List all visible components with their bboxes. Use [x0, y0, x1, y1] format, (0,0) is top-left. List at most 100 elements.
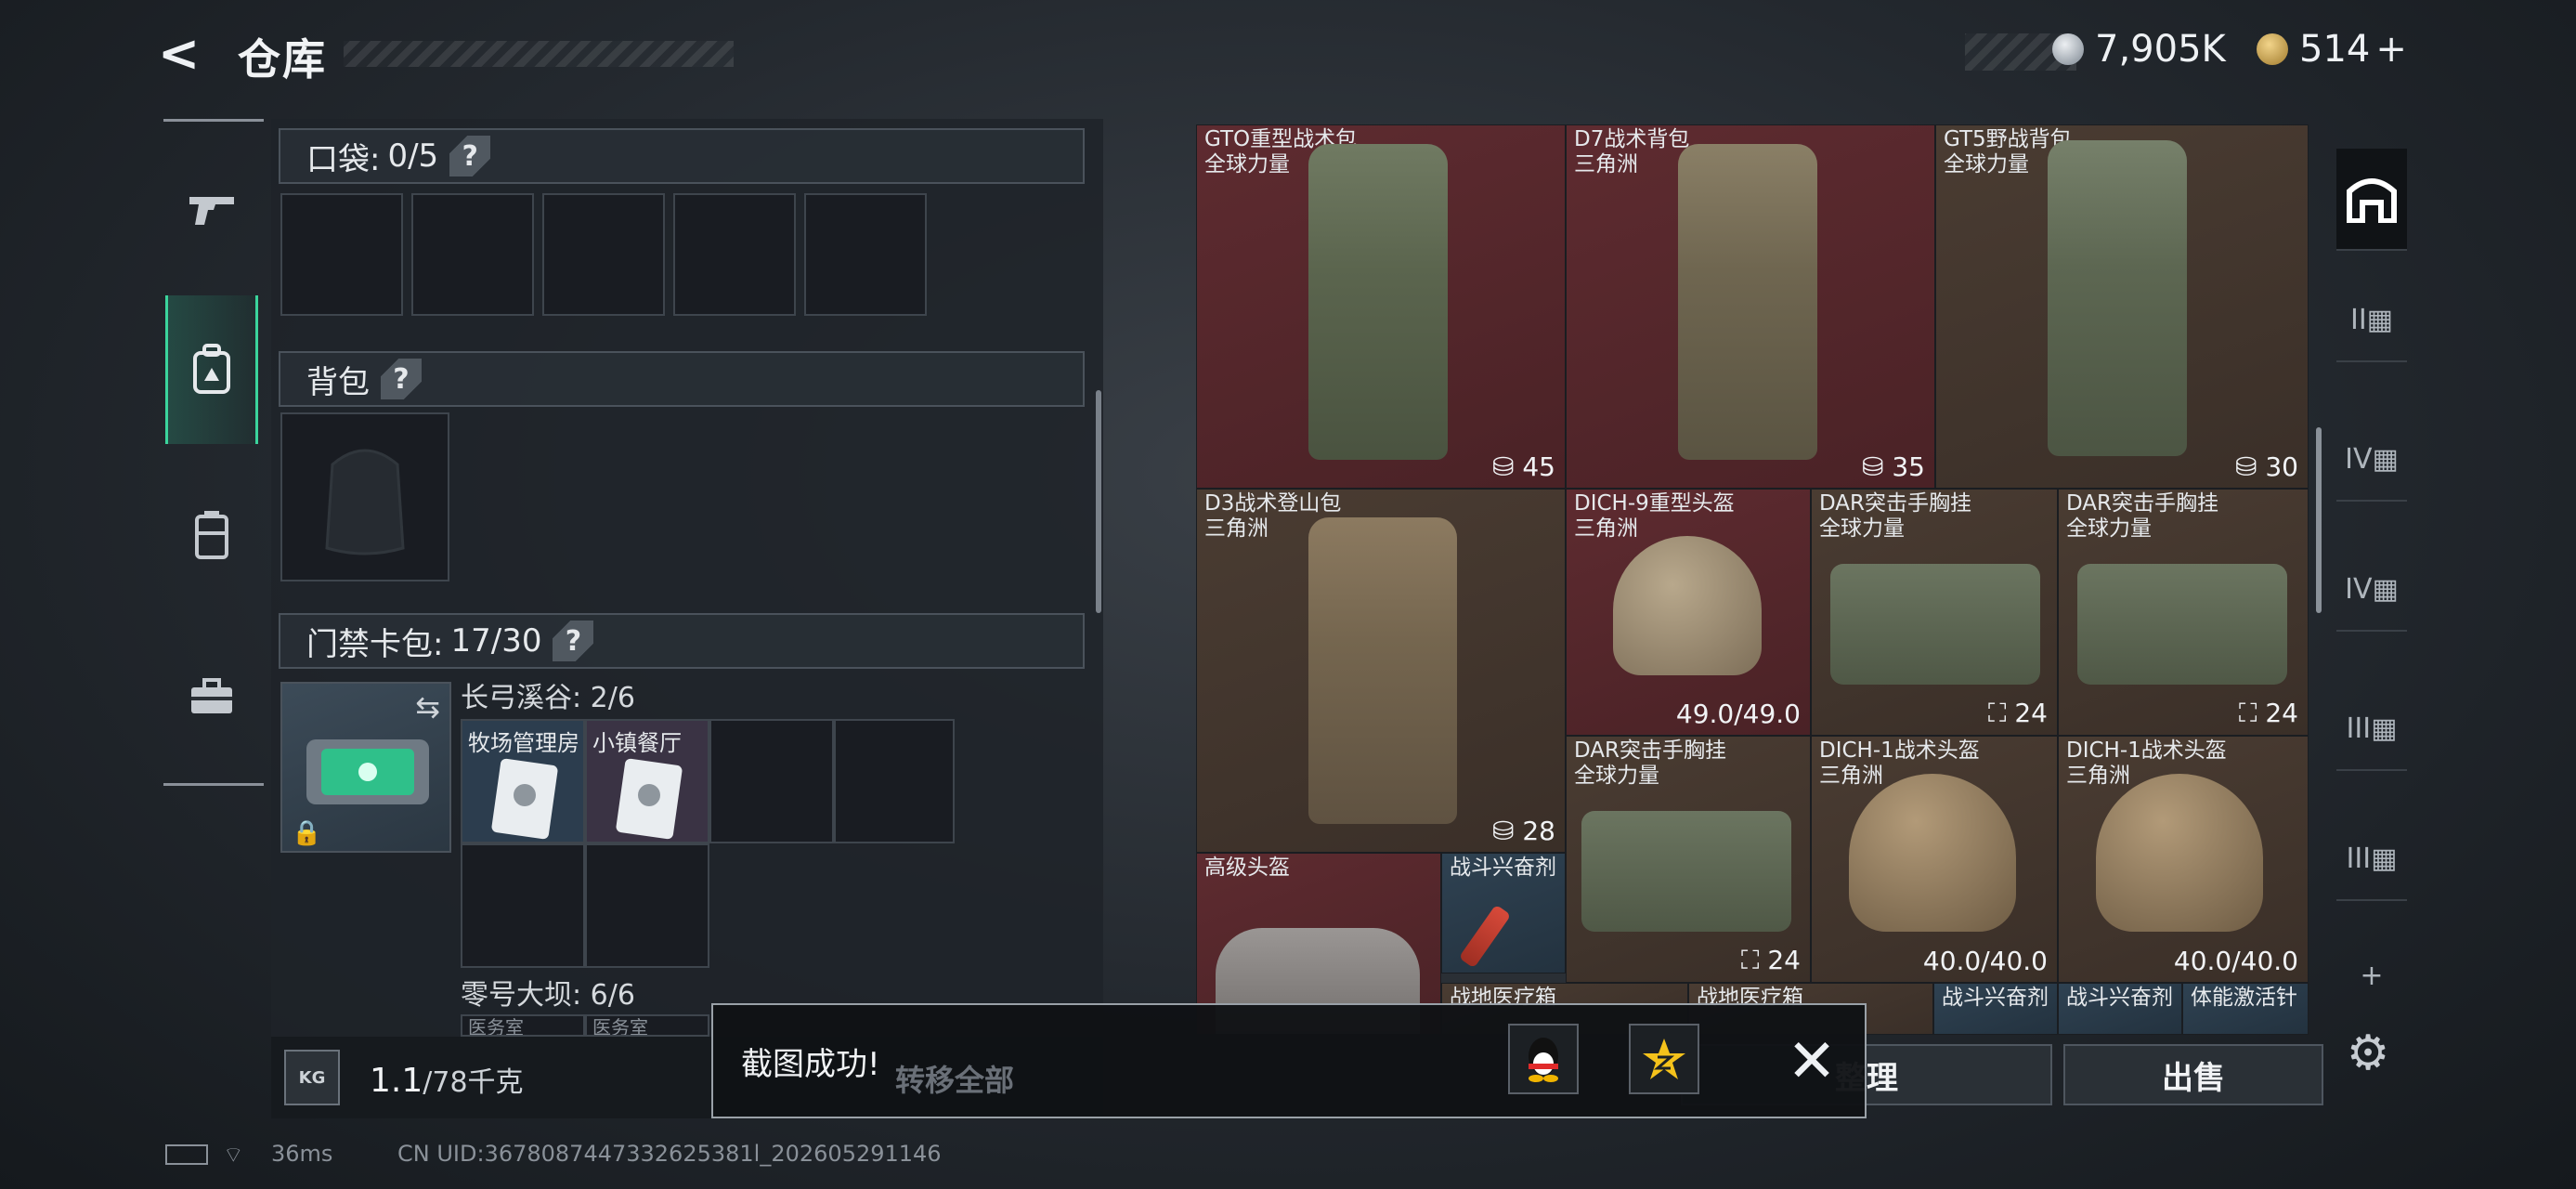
warehouse-item[interactable]: 战斗兴奋剂: [1933, 983, 2058, 1035]
uid-text: CN UID:3678087447332625381l_202605291146: [397, 1141, 942, 1167]
warehouse-item[interactable]: DAR突击手胸挂 全球力量 ⛶ 24: [1566, 736, 1811, 983]
item-name: DAR突击手胸挂: [2066, 491, 2219, 516]
chest-rig-item-icon: [1830, 564, 2040, 685]
item-name: DAR突击手胸挂: [1819, 491, 1972, 516]
warehouse-home-icon[interactable]: [2336, 149, 2407, 251]
keycard-slot[interactable]: 牧场管理房: [461, 719, 585, 843]
keycard-slot[interactable]: [461, 843, 585, 968]
silver-amount: 7,905K: [2095, 28, 2226, 71]
sell-button[interactable]: 出售: [2063, 1044, 2323, 1105]
close-icon[interactable]: ✕: [1779, 1027, 1844, 1096]
storage-page-tab[interactable]: IV ▦: [2336, 418, 2407, 502]
item-brand: 三角洲: [1819, 764, 1883, 788]
keycard-slot[interactable]: 医务室: [461, 1014, 585, 1037]
item-name: D3战术登山包: [1204, 491, 1342, 516]
warehouse-item[interactable]: 体能激活针: [2182, 983, 2309, 1035]
keycard-slot[interactable]: [834, 719, 955, 843]
item-brand: 三角洲: [1204, 516, 1268, 541]
warehouse-item[interactable]: DICH-1战术头盔 三角洲 40.0/40.0: [1811, 736, 2058, 983]
warehouse-item[interactable]: DAR突击手胸挂 全球力量 ⛶ 24: [2058, 489, 2309, 736]
weight-max: /78千克: [423, 1066, 524, 1099]
storage-page-tab[interactable]: III ▦: [2336, 817, 2407, 901]
keycard-help-icon[interactable]: ?: [553, 621, 594, 661]
warehouse-item[interactable]: DICH-9重型头盔 三角洲 49.0/49.0: [1566, 489, 1811, 736]
title-decoration: [344, 41, 734, 67]
keycard-icon: [616, 758, 683, 840]
qzone-share-icon[interactable]: [1629, 1024, 1699, 1094]
item-capacity: ⛶ 24: [1740, 945, 1801, 975]
item-name: DAR突击手胸挂: [1574, 738, 1727, 763]
backpack-header: 背包 ?: [279, 351, 1085, 407]
chest-rig-item-icon: [2077, 564, 2287, 685]
keycard-case-slot[interactable]: ⇆ 🔒: [280, 682, 451, 853]
backpack-item-icon: [1308, 144, 1448, 460]
item-durability: 49.0/49.0: [1675, 699, 1801, 729]
item-brand: 全球力量: [2066, 516, 2152, 541]
item-brand: 全球力量: [1819, 516, 1905, 541]
keycard-icon: [491, 758, 558, 840]
swap-icon[interactable]: ⇆: [415, 689, 440, 725]
storage-page-tab[interactable]: IV ▦: [2336, 548, 2407, 632]
helmet-item-icon: [2096, 774, 2263, 932]
warehouse-item[interactable]: D3战术登山包 三角洲 ⛁ 28: [1196, 489, 1566, 853]
transfer-all-button[interactable]: 转移全部: [895, 1057, 1014, 1100]
item-name: DICH-1战术头盔: [2066, 738, 2227, 763]
chest-rig-item-icon: [1581, 811, 1791, 932]
pocket-slot[interactable]: [673, 193, 796, 316]
warehouse-item[interactable]: DICH-1战术头盔 三角洲 40.0/40.0: [2058, 736, 2309, 983]
backpack-help-icon[interactable]: ?: [381, 359, 422, 399]
warehouse-item[interactable]: GT5野战背包 全球力量 ⛁ 30: [1935, 124, 2309, 489]
keycard-group-title: 长弓溪谷: 2/6: [461, 682, 635, 714]
pocket-slot[interactable]: [804, 193, 927, 316]
settings-gear-icon[interactable]: ⚙: [2340, 1026, 2396, 1081]
keycard-header: 门禁卡包: 17/30 ?: [279, 613, 1085, 669]
case-icon[interactable]: [165, 650, 258, 743]
weight-icon: KG: [284, 1050, 340, 1105]
keycard-slot[interactable]: 小镇餐厅: [585, 719, 709, 843]
add-page-button[interactable]: +: [2336, 947, 2407, 1003]
warehouse-item[interactable]: DAR突击手胸挂 全球力量 ⛶ 24: [1811, 489, 2058, 736]
item-durability: 40.0/40.0: [2173, 946, 2298, 976]
warehouse-item[interactable]: GTO重型战术包 全球力量 ⛁ 45: [1196, 124, 1566, 489]
warehouse-item[interactable]: 战斗兴奋剂: [2058, 983, 2182, 1035]
pockets-help-icon[interactable]: ?: [449, 136, 491, 176]
ping-text: 36ms: [271, 1141, 333, 1167]
gun-icon[interactable]: [165, 163, 258, 256]
storage-page-tab[interactable]: II ▦: [2336, 279, 2407, 362]
pockets-header: 口袋: 0/5 ?: [279, 128, 1085, 184]
syringe-item-icon: [1458, 904, 1512, 969]
item-brand: 三角洲: [1574, 516, 1638, 541]
gold-currency[interactable]: 514 +: [2257, 26, 2407, 72]
wifi-icon: ⌔: [223, 1142, 244, 1168]
pocket-slot[interactable]: [542, 193, 665, 316]
add-currency-button[interactable]: +: [2375, 28, 2407, 71]
item-name: DICH-9重型头盔: [1574, 491, 1735, 516]
qq-share-icon[interactable]: [1508, 1024, 1579, 1094]
item-name: 战斗兴奋剂: [1942, 986, 2049, 1010]
pocket-slot[interactable]: [411, 193, 534, 316]
battery-icon: [165, 1144, 208, 1165]
warehouse-scrollbar[interactable]: [2316, 427, 2322, 613]
equipment-scrollbar[interactable]: [1096, 390, 1101, 613]
item-capacity: ⛁ 45: [1491, 451, 1555, 482]
warehouse-item[interactable]: D7战术背包 三角洲 ⛁ 35: [1566, 124, 1935, 489]
backpack-icon[interactable]: [165, 295, 258, 444]
item-name: DICH-1战术头盔: [1819, 738, 1980, 763]
warehouse-item[interactable]: 战斗兴奋剂: [1441, 853, 1566, 973]
keycard-slot[interactable]: [585, 843, 709, 968]
item-capacity: ⛁ 28: [1491, 816, 1555, 846]
weight-readout: 1.1/78千克: [370, 1059, 524, 1100]
keycard-slot[interactable]: [709, 719, 834, 843]
keycard-name: 小镇餐厅: [592, 730, 682, 756]
vest-icon[interactable]: [165, 489, 258, 581]
keycard-name: 医务室: [592, 1016, 648, 1037]
item-brand: 全球力量: [1574, 764, 1659, 788]
backpack-slot[interactable]: [280, 412, 449, 581]
item-capacity: ⛁ 35: [1861, 451, 1925, 482]
backpack-item-icon: [2048, 140, 2187, 456]
back-button[interactable]: <: [158, 28, 214, 80]
pocket-slot[interactable]: [280, 193, 403, 316]
gold-amount: 514: [2299, 28, 2371, 71]
storage-page-tab[interactable]: III ▦: [2336, 687, 2407, 771]
keycard-slot[interactable]: 医务室: [585, 1014, 709, 1037]
